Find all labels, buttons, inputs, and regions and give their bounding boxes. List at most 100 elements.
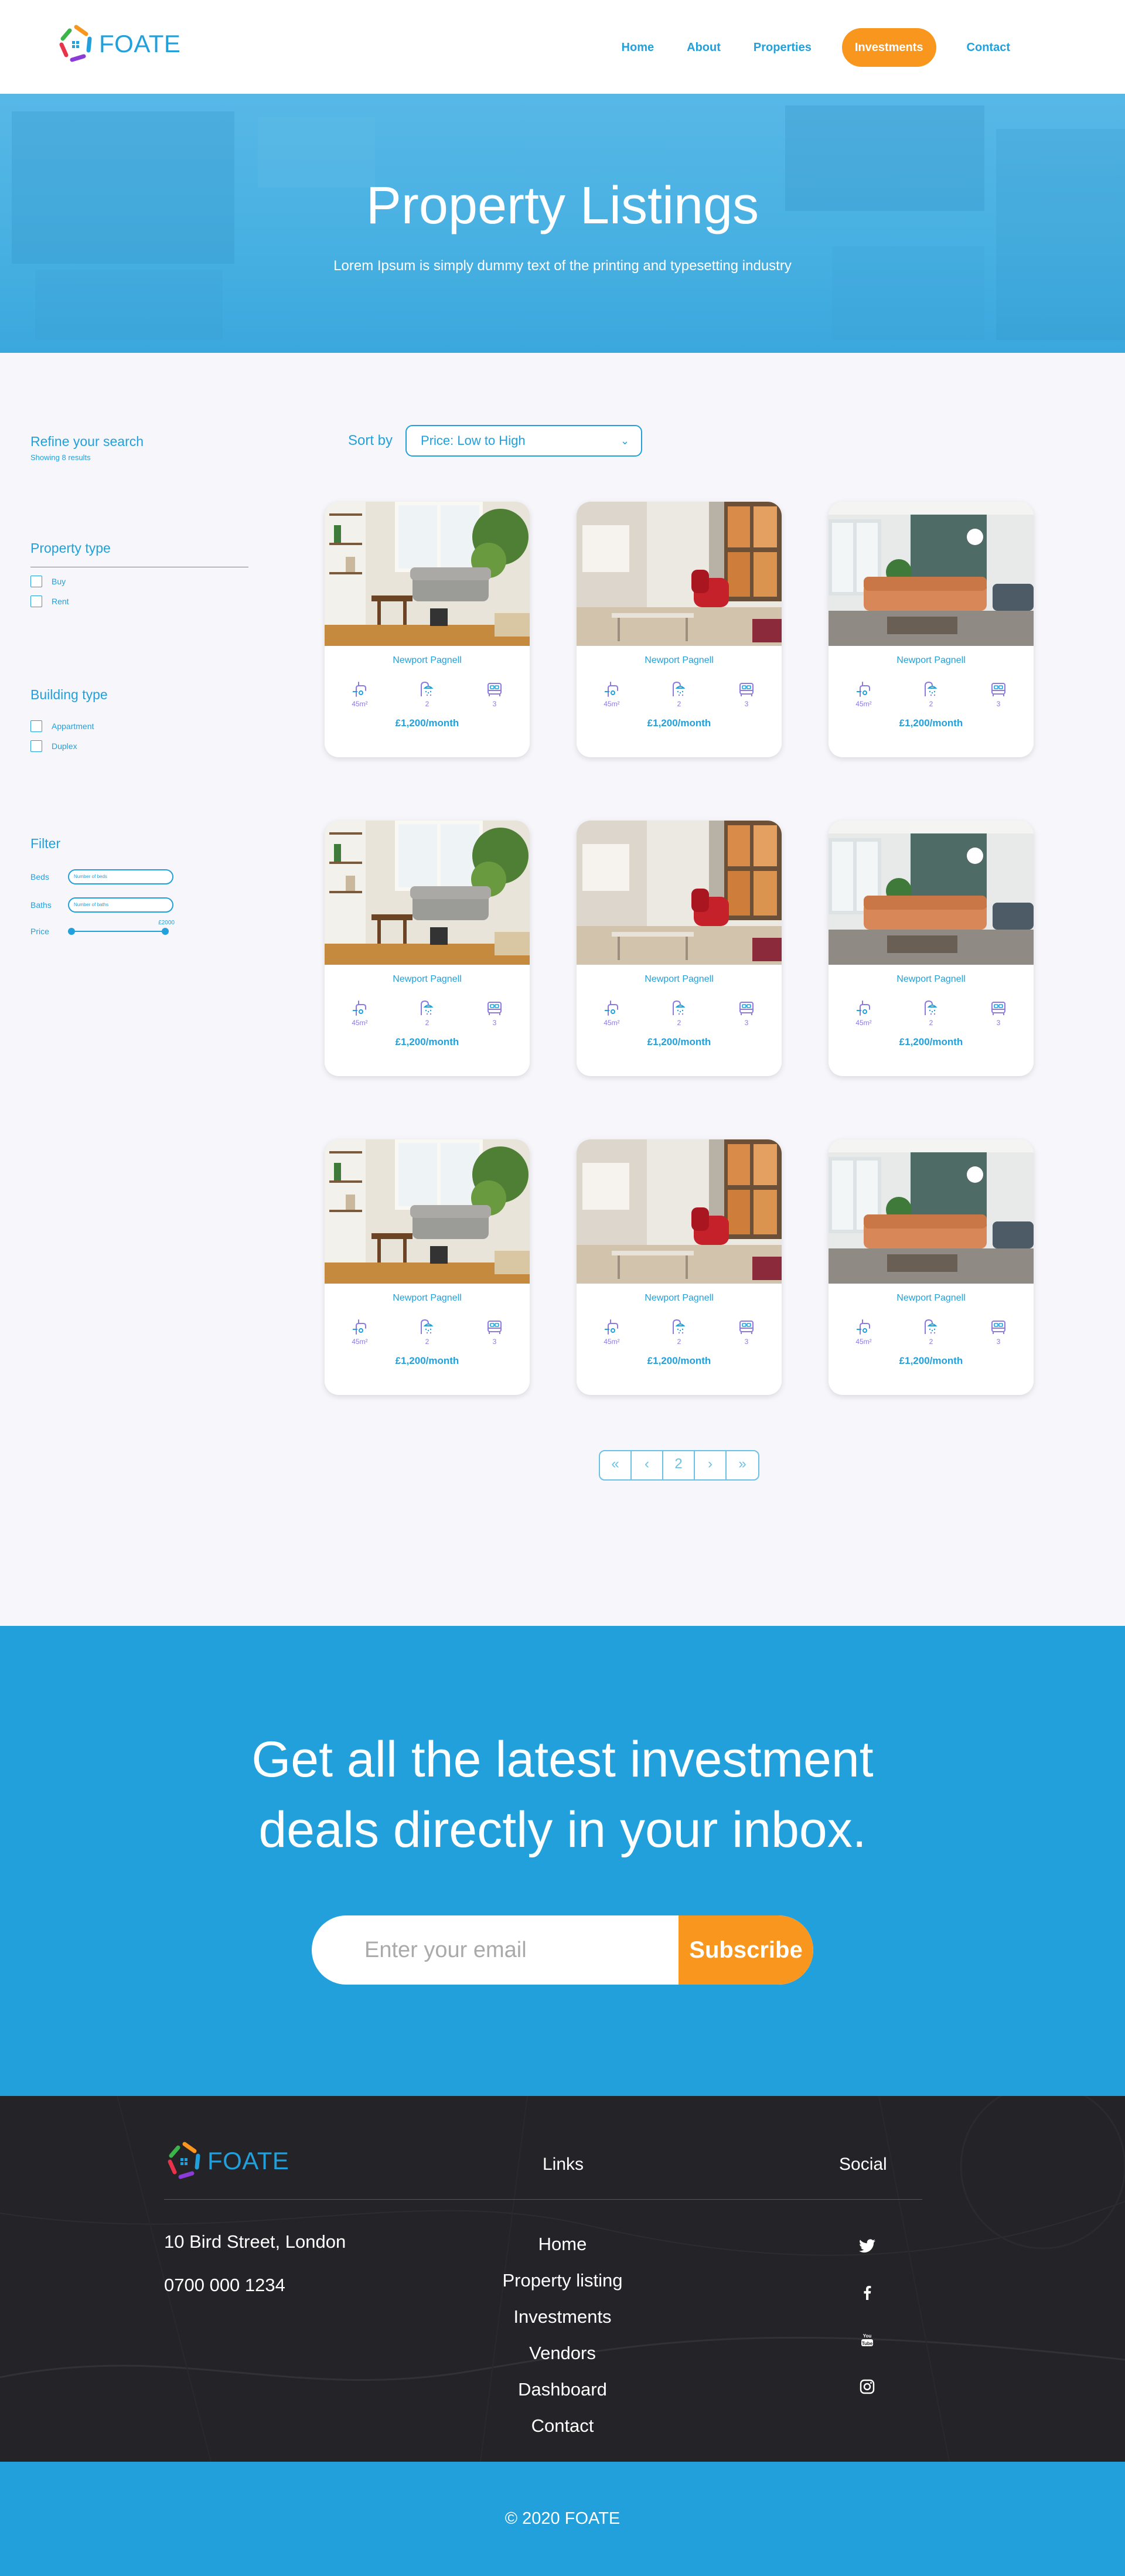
facebook-icon[interactable] — [863, 2269, 871, 2316]
stat-area: 45m² — [348, 680, 371, 708]
price-filter: Price £2000 — [30, 920, 248, 937]
stat-area: 45m² — [852, 999, 875, 1027]
baths-value: 2 — [425, 1019, 429, 1027]
bed-icon — [488, 683, 502, 696]
page-prev-button[interactable]: ‹ — [632, 1451, 663, 1479]
subscribe-button[interactable]: Subscribe — [679, 1915, 813, 1985]
baths-input[interactable]: Number of baths — [68, 897, 173, 913]
listing-price: £1,200/month — [647, 1036, 711, 1047]
listing-price: £1,200/month — [395, 717, 459, 729]
area-value: 45m² — [352, 700, 368, 708]
listing-card[interactable]: Newport Pagnell 45m² 2 3 £1,200/month — [577, 821, 782, 1076]
checkbox-label: Duplex — [52, 741, 77, 751]
price-label: Price — [30, 927, 49, 936]
page-last-button[interactable]: » — [727, 1451, 758, 1479]
email-input[interactable]: Enter your email — [312, 1915, 679, 1985]
listing-card[interactable]: Newport Pagnell 45m² 2 3 £1,200/month — [325, 821, 530, 1076]
property-photo[interactable] — [577, 821, 782, 965]
stat-area: 45m² — [348, 999, 371, 1027]
footer-link-dashboard[interactable]: Dashboard — [445, 2371, 680, 2408]
listing-stats: 45m² 2 3 — [829, 680, 1034, 708]
listing-card[interactable]: Newport Pagnell 45m² 2 3 £1,200/month — [829, 821, 1034, 1076]
checkbox-buy[interactable]: Buy — [30, 576, 248, 587]
listing-grid: Newport Pagnell 45m² 2 3 £1,200/month Newport… — [325, 502, 1035, 1395]
footer-address: 10 Bird Street, London — [164, 2231, 346, 2252]
price-slider[interactable]: £2000 — [68, 920, 175, 937]
stat-beds: 3 — [735, 1318, 758, 1346]
listing-price: £1,200/month — [647, 717, 711, 729]
youtube-icon[interactable]: You Tube — [859, 2316, 875, 2363]
twitter-icon[interactable] — [859, 2223, 875, 2269]
nav-contact[interactable]: Contact — [950, 28, 1027, 67]
listing-card[interactable]: Newport Pagnell 45m² 2 3 £1,200/month — [829, 1139, 1034, 1395]
beds-input[interactable]: Number of beds — [68, 869, 173, 884]
nav-home[interactable]: Home — [605, 28, 671, 67]
listing-stats: 45m² 2 3 — [829, 1318, 1034, 1346]
shower-icon — [925, 1000, 938, 1015]
nav-properties[interactable]: Properties — [737, 28, 828, 67]
bed-icon — [739, 683, 754, 696]
baths-value: 2 — [677, 1019, 681, 1027]
stat-beds: 3 — [987, 999, 1010, 1027]
checkbox[interactable] — [30, 740, 42, 752]
checkbox[interactable] — [30, 720, 42, 732]
checkbox[interactable] — [30, 595, 42, 607]
listing-card[interactable]: Newport Pagnell 45m² 2 3 £1,200/month — [325, 1139, 530, 1395]
footer-contact: 10 Bird Street, London 0700 000 1234 — [164, 2220, 346, 2307]
property-photo[interactable] — [577, 1139, 782, 1284]
stat-area: 45m² — [600, 680, 623, 708]
checkbox[interactable] — [30, 576, 42, 587]
checkbox-rent[interactable]: Rent — [30, 595, 248, 607]
property-photo[interactable] — [325, 502, 530, 646]
footer-link-investments[interactable]: Investments — [445, 2299, 680, 2335]
page-first-button[interactable]: « — [600, 1451, 632, 1479]
beds-value: 3 — [492, 700, 497, 708]
listing-card[interactable]: Newport Pagnell 45m² 2 3 £1,200/month — [325, 502, 530, 757]
area-value: 45m² — [855, 700, 872, 708]
logo[interactable]: FOATE — [56, 23, 180, 64]
sort-label: Sort by — [348, 433, 393, 448]
property-photo[interactable] — [325, 821, 530, 965]
listings-section: Refine your search Showing 8 results Pro… — [0, 353, 1125, 1626]
page-next-button[interactable]: › — [695, 1451, 727, 1479]
beds-filter: Beds Number of beds — [30, 869, 248, 884]
sort-select[interactable]: Price: Low to High ⌄ — [405, 425, 643, 457]
property-photo[interactable] — [577, 502, 782, 646]
listing-stats: 45m² 2 3 — [577, 1318, 782, 1346]
listing-card[interactable]: Newport Pagnell 45m² 2 3 £1,200/month — [577, 1139, 782, 1395]
nav-about[interactable]: About — [670, 28, 737, 67]
property-photo[interactable] — [829, 502, 1034, 646]
social-links: You Tube — [850, 2223, 885, 2410]
page-current[interactable]: 2 — [663, 1451, 695, 1479]
area-value: 45m² — [352, 1019, 368, 1027]
instagram-icon[interactable] — [860, 2363, 875, 2410]
listing-card[interactable]: Newport Pagnell 45m² 2 3 £1,200/month — [829, 502, 1034, 757]
bed-icon — [991, 683, 1005, 696]
logo-text: FOATE — [207, 2147, 289, 2175]
stat-baths: 2 — [919, 1318, 943, 1346]
pagination: « ‹ 2 › » — [599, 1450, 759, 1481]
footer-link-property-listing[interactable]: Property listing — [445, 2262, 680, 2299]
footer-link-home[interactable]: Home — [445, 2226, 680, 2262]
listing-price: £1,200/month — [647, 1355, 711, 1366]
area-icon — [353, 1001, 366, 1016]
footer-links: Home Property listing Investments Vendor… — [445, 2226, 680, 2444]
property-photo[interactable] — [325, 1139, 530, 1284]
area-icon — [353, 1319, 366, 1335]
baths-value: 2 — [677, 700, 681, 708]
footer-link-vendors[interactable]: Vendors — [445, 2335, 680, 2371]
property-photo[interactable] — [829, 821, 1034, 965]
listing-card[interactable]: Newport Pagnell 45m² 2 3 £1,200/month — [577, 502, 782, 757]
logo-text: FOATE — [99, 30, 181, 57]
nav-investments[interactable]: Investments — [841, 28, 936, 67]
footer-logo[interactable]: FOATE — [164, 2141, 289, 2182]
checkbox-appartment[interactable]: Appartment — [30, 720, 248, 732]
footer-link-contact[interactable]: Contact — [445, 2408, 680, 2444]
slider-min-handle[interactable] — [68, 928, 75, 935]
property-photo[interactable] — [829, 1139, 1034, 1284]
shower-icon — [673, 681, 686, 696]
checkbox-duplex[interactable]: Duplex — [30, 740, 248, 752]
results-count: Showing 8 results — [30, 453, 91, 462]
slider-max-handle[interactable] — [162, 928, 169, 935]
listing-price: £1,200/month — [395, 1036, 459, 1047]
